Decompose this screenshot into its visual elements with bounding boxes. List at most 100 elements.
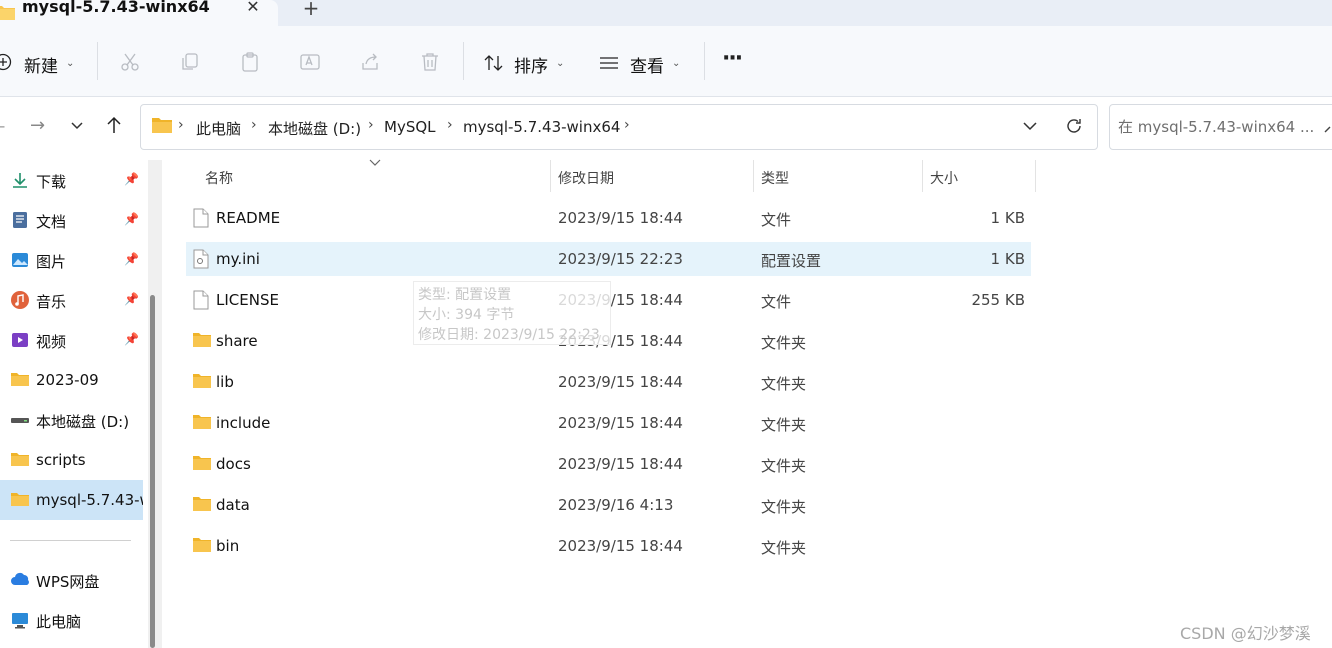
file-date: 2023/9/15 18:44 [558, 373, 683, 391]
close-icon[interactable]: ✕ [242, 0, 264, 16]
sidebar-item-pictures[interactable]: 图片 📌 [0, 240, 143, 280]
file-date: 2023/9/16 4:13 [558, 496, 674, 514]
file-type: 文件夹 [761, 498, 807, 516]
file-name: docs [216, 455, 251, 473]
sidebar-divider [10, 540, 131, 541]
file-row[interactable]: README 2023/9/15 18:44 文件 1 KB [186, 201, 1031, 235]
file-row[interactable]: lib 2023/9/15 18:44 文件夹 [186, 365, 1031, 399]
file-icon [192, 290, 210, 314]
column-divider[interactable] [1035, 160, 1036, 192]
file-name: bin [216, 537, 240, 555]
sidebar-item-label: 文档 [36, 213, 67, 231]
column-divider[interactable] [550, 160, 551, 192]
sidebar-item-scripts[interactable]: scripts [0, 440, 143, 480]
folder-icon [0, 3, 16, 25]
watermark: CSDN @幻沙梦溪 [1180, 624, 1311, 643]
settings-file-icon [192, 249, 210, 273]
file-name: lib [216, 373, 234, 391]
column-header-type[interactable]: 类型 [761, 168, 789, 188]
file-type: 文件夹 [761, 375, 807, 393]
chevron-down-icon: ⌄ [672, 58, 681, 69]
sidebar-item-wps-cloud[interactable]: WPS网盘 [0, 560, 143, 600]
file-type: 文件夹 [761, 416, 807, 434]
file-row[interactable]: my.ini 2023/9/15 22:23 配置设置 1 KB [186, 242, 1031, 276]
file-row[interactable]: bin 2023/9/15 18:44 文件夹 [186, 529, 1031, 563]
paste-icon[interactable] [239, 51, 261, 77]
sidebar-item-label: scripts [36, 451, 86, 469]
file-date: 2023/9/15 18:44 [558, 209, 683, 227]
drive-icon [10, 410, 30, 430]
file-row[interactable]: docs 2023/9/15 18:44 文件夹 [186, 447, 1031, 481]
more-options-button[interactable]: ··· [722, 46, 743, 71]
sidebar-item-2023-09[interactable]: 2023-09 [0, 360, 143, 400]
forward-arrow-icon[interactable]: → [30, 115, 45, 136]
breadcrumb-item[interactable]: 此电脑 [196, 118, 241, 139]
view-label: 查看 [630, 57, 664, 77]
column-divider[interactable] [753, 160, 754, 192]
sidebar-item-documents[interactable]: 文档 📌 [0, 200, 143, 240]
view-button[interactable]: 查看 ⌄ [598, 52, 688, 77]
file-row[interactable]: data 2023/9/16 4:13 文件夹 [186, 488, 1031, 522]
up-arrow-icon[interactable] [104, 115, 124, 139]
plus-circle-icon [0, 53, 12, 75]
sidebar-scrollbar-thumb[interactable] [150, 295, 155, 648]
sidebar-item-label: 视频 [36, 333, 67, 351]
toolbar-divider [97, 42, 98, 80]
column-header-date[interactable]: 修改日期 [558, 168, 614, 188]
column-header-size[interactable]: 大小 [930, 168, 958, 188]
folder-icon [192, 495, 212, 517]
file-type: 文件 [761, 211, 792, 229]
sidebar-item-label: 此电脑 [36, 613, 82, 631]
pin-icon: 📌 [124, 172, 139, 186]
search-icon[interactable] [1324, 118, 1332, 140]
file-date: 2023/9/15 18:44 [558, 414, 683, 432]
pin-icon: 📌 [124, 212, 139, 226]
breadcrumb-item[interactable]: 本地磁盘 (D:) [268, 118, 361, 139]
sort-icon [483, 53, 505, 77]
refresh-icon[interactable] [1064, 116, 1084, 140]
sidebar-item-videos[interactable]: 视频 📌 [0, 320, 143, 360]
toolbar-divider [463, 42, 464, 80]
column-header-name[interactable]: 名称 [205, 168, 233, 188]
chevron-right-icon: › [251, 117, 257, 133]
file-name: share [216, 332, 258, 350]
sidebar-item-this-pc[interactable]: 此电脑 [0, 600, 143, 640]
chevron-down-icon: ⌄ [556, 58, 565, 69]
copy-icon[interactable] [179, 51, 201, 77]
rename-icon[interactable] [299, 51, 321, 77]
tooltip-size: 大小: 394 字节 [418, 307, 515, 323]
folder-icon [151, 116, 173, 138]
folder-icon [192, 536, 212, 558]
computer-icon [10, 610, 30, 630]
recent-chevron-icon[interactable] [68, 116, 86, 138]
document-icon [10, 210, 30, 230]
file-name: data [216, 496, 250, 514]
address-dropdown-icon[interactable] [1021, 117, 1039, 139]
file-date: 2023/9/15 18:44 [558, 537, 683, 555]
column-divider[interactable] [922, 160, 923, 192]
sidebar-item-mysql[interactable]: mysql-5.7.43-winx64 [0, 480, 143, 520]
file-row[interactable]: include 2023/9/15 18:44 文件夹 [186, 406, 1031, 440]
breadcrumb-item[interactable]: mysql-5.7.43-winx64 [463, 118, 620, 136]
sidebar-item-downloads[interactable]: 下载 📌 [0, 160, 143, 200]
share-icon[interactable] [359, 51, 381, 77]
folder-icon [192, 454, 212, 476]
chevron-right-icon: › [447, 117, 453, 133]
sidebar-item-label: 图片 [36, 253, 67, 271]
breadcrumb-item[interactable]: MySQL [384, 118, 436, 136]
back-arrow-icon[interactable]: ← [0, 117, 5, 136]
chevron-right-icon: › [368, 117, 374, 133]
file-size: 1 KB [990, 250, 1025, 268]
delete-icon[interactable] [419, 51, 441, 77]
new-button[interactable]: 新建 ⌄ [0, 52, 76, 77]
cut-icon[interactable] [119, 51, 141, 77]
new-tab-button[interactable]: + [300, 0, 322, 20]
tab-active[interactable]: mysql-5.7.43-winx64 ✕ [0, 0, 278, 26]
search-input[interactable] [1118, 118, 1318, 136]
sidebar-item-local-disk-d[interactable]: 本地磁盘 (D:) [0, 400, 143, 440]
folder-icon [10, 450, 30, 470]
sidebar-item-music[interactable]: 音乐 📌 [0, 280, 143, 320]
sort-button[interactable]: 排序 ⌄ [483, 52, 573, 77]
tooltip-modified: 修改日期: 2023/9/15 22:23 [418, 327, 600, 343]
file-size: 1 KB [990, 209, 1025, 227]
